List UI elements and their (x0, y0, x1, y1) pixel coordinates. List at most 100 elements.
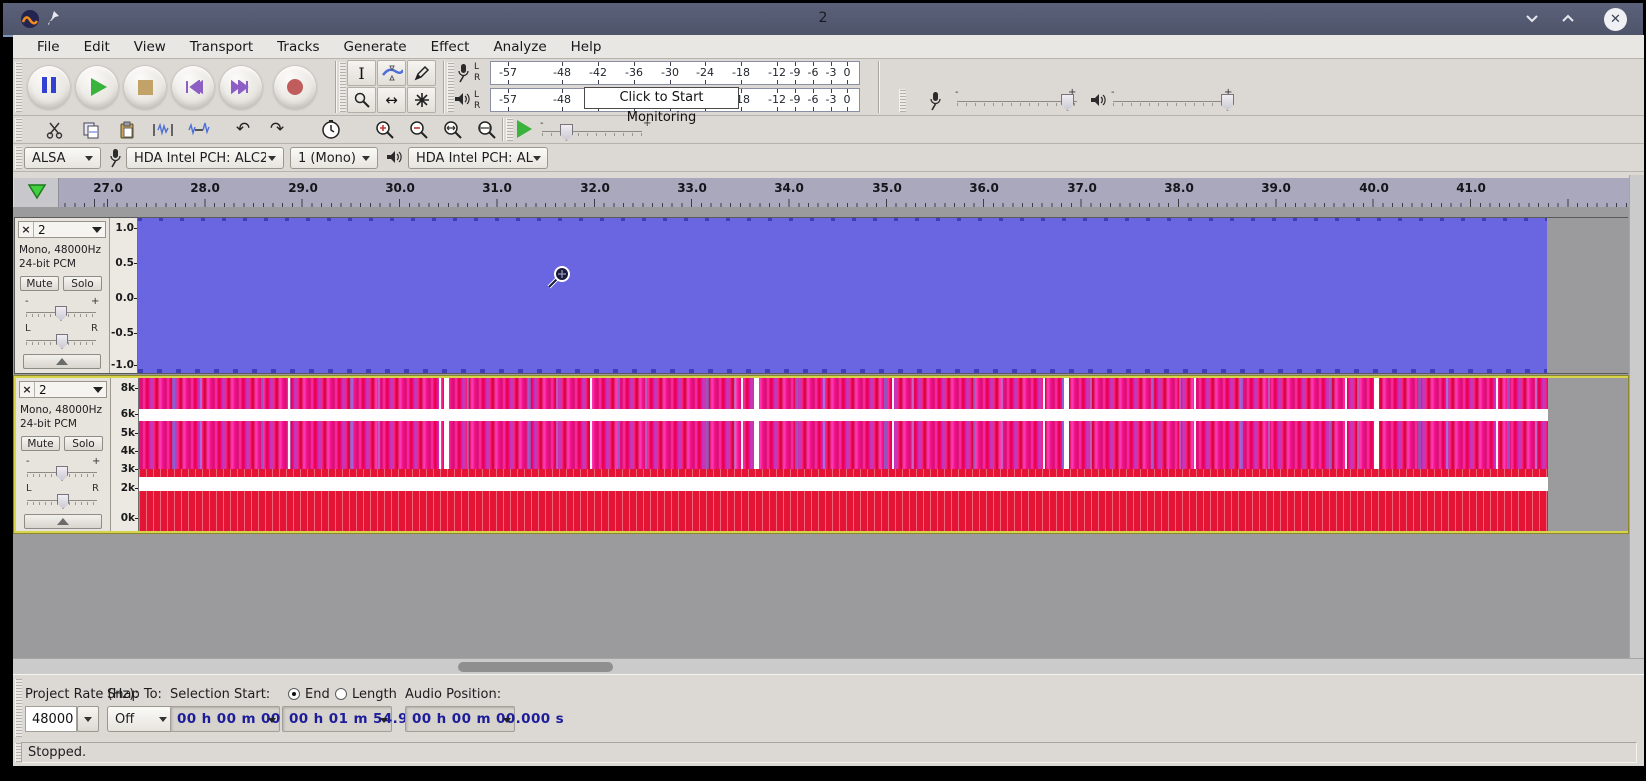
device-toolbar-grip[interactable] (15, 146, 22, 169)
track-close-button[interactable]: × (19, 222, 34, 237)
menu-item-effect[interactable]: Effect (419, 39, 482, 55)
menu-item-edit[interactable]: Edit (72, 39, 122, 55)
zoom-tool-button[interactable] (347, 87, 376, 113)
timeline-label: 37.0 (1067, 181, 1097, 195)
track-menu-icon[interactable] (93, 386, 103, 393)
gain-slider-thumb[interactable] (55, 306, 67, 321)
play-speed-slider-thumb[interactable] (560, 124, 573, 141)
trim-audio-button[interactable] (151, 118, 175, 141)
menu-item-help[interactable]: Help (559, 39, 614, 55)
copy-button[interactable] (79, 118, 103, 141)
monitoring-tooltip[interactable]: Click to Start Monitoring (584, 87, 739, 125)
pan-slider-thumb[interactable] (57, 494, 69, 509)
meter-toolbar-grip[interactable] (447, 62, 454, 112)
recording-channels-select[interactable]: 1 (Mono) (290, 147, 378, 169)
track-2-vertical-ruler[interactable]: 8k 6k 5k 4k 3k 2k 0k (111, 378, 139, 531)
menu-item-generate[interactable]: Generate (332, 39, 419, 55)
zoom-in-button[interactable] (373, 118, 397, 141)
timeline-ruler[interactable]: 27.0 28.0 29.0 30.0 31.0 32.0 33.0 34.0 … (14, 178, 1629, 208)
pan-left: L (26, 483, 32, 494)
undo-button[interactable]: ↶ (231, 118, 255, 141)
play-pin-box[interactable] (14, 178, 59, 207)
recording-volume-slider-thumb[interactable] (1061, 94, 1074, 111)
play-pin-icon[interactable] (27, 183, 47, 200)
cut-button[interactable] (43, 118, 67, 141)
paste-button[interactable] (115, 118, 139, 141)
fit-selection-button[interactable] (441, 118, 465, 141)
snap-to-select[interactable]: Off (107, 706, 175, 732)
selection-tool-button[interactable]: I (347, 60, 376, 86)
time-shift-tool-button[interactable]: ↔ (377, 87, 406, 113)
waveform-clip[interactable] (138, 218, 1547, 373)
sync-lock-button[interactable] (319, 118, 343, 141)
recording-meter[interactable]: -57 -48 -42 -36 -30 -24 -18 -12 -9 -6 -3… (490, 61, 860, 85)
selection-start-field[interactable]: 00 h 00 m 00.000 s (170, 706, 329, 732)
play-at-speed-button[interactable] (517, 120, 532, 138)
pan-slider-thumb[interactable] (56, 334, 68, 349)
recording-volume-slider[interactable] (957, 101, 1077, 106)
menu-item-transport[interactable]: Transport (178, 39, 265, 55)
draw-tool-button[interactable] (407, 60, 436, 86)
transport-toolbar-grip[interactable] (15, 62, 22, 112)
multi-tool-button[interactable] (407, 87, 436, 113)
track-1-panel[interactable]: × 2 Mono, 48000Hz 24-bit PCM Mute Solo -… (15, 218, 110, 373)
spectrogram-clip[interactable] (139, 378, 1548, 531)
record-button[interactable] (273, 65, 317, 109)
play-speed-slider[interactable] (542, 131, 642, 136)
fit-project-button[interactable] (475, 118, 499, 141)
track-close-button[interactable]: × (20, 382, 35, 397)
solo-button[interactable]: Solo (63, 276, 102, 291)
track-collapse-button[interactable] (23, 354, 101, 369)
audio-host-select[interactable]: ALSA (24, 147, 101, 169)
track-menu-icon[interactable] (92, 226, 102, 233)
play-button[interactable] (75, 65, 119, 109)
playback-volume-slider-thumb[interactable] (1221, 94, 1234, 111)
titlebar[interactable]: 2 ✕ (3, 3, 1643, 37)
tools-toolbar-grip[interactable] (339, 62, 346, 112)
track-name[interactable]: 2 (34, 223, 92, 237)
horizontal-scrollbar-thumb[interactable] (458, 662, 613, 672)
project-rate-select[interactable] (77, 706, 99, 732)
selection-toolbar-grip[interactable] (15, 679, 22, 737)
mute-button[interactable]: Mute (21, 436, 60, 451)
menu-item-tracks[interactable]: Tracks (265, 39, 331, 55)
play-at-speed-grip[interactable] (506, 118, 513, 141)
horizontal-scrollbar[interactable] (13, 658, 1644, 675)
vertical-scrollbar[interactable] (1629, 175, 1644, 658)
menu-item-analyze[interactable]: Analyze (481, 39, 558, 55)
solo-button[interactable]: Solo (64, 436, 103, 451)
skip-to-start-button[interactable] (171, 65, 215, 109)
track-2-panel[interactable]: × 2 Mono, 48000Hz 24-bit PCM Mute Solo -… (16, 378, 111, 531)
end-radio[interactable] (288, 688, 300, 700)
menu-item-file[interactable]: File (25, 39, 72, 55)
maximize-button[interactable] (1556, 9, 1580, 31)
track-collapse-button[interactable] (24, 514, 102, 529)
track-1-header[interactable]: × 2 (18, 221, 106, 238)
minimize-button[interactable] (1520, 9, 1544, 31)
ruler-label: 3k (111, 463, 138, 475)
track-1-vertical-ruler[interactable]: 1.0 0.5 0.0 -0.5 -1.0 (110, 218, 138, 373)
project-rate-value[interactable]: 48000 (25, 706, 77, 732)
gain-slider-thumb[interactable] (56, 466, 68, 481)
skip-to-end-button[interactable] (219, 65, 263, 109)
stop-button[interactable] (123, 65, 167, 109)
edit-toolbar-grip[interactable] (15, 118, 22, 141)
redo-button[interactable]: ↷ (265, 118, 289, 141)
selection-end-field[interactable]: 00 h 01 m 54.944 s (282, 706, 441, 732)
playback-volume-slider[interactable] (1113, 101, 1233, 106)
audio-position-field[interactable]: 00 h 00 m 00.000 s (405, 706, 564, 732)
recording-device-select[interactable]: HDA Intel PCH: ALC26 (126, 147, 284, 169)
close-button[interactable]: ✕ (1604, 8, 1627, 31)
envelope-tool-button[interactable] (377, 60, 406, 86)
track-name[interactable]: 2 (35, 383, 93, 397)
length-radio[interactable] (335, 688, 347, 700)
silence-audio-button[interactable] (187, 118, 211, 141)
redo-icon: ↷ (269, 119, 285, 139)
menu-item-view[interactable]: View (122, 39, 178, 55)
playback-device-select[interactable]: HDA Intel PCH: AL (408, 147, 548, 169)
track-2-header[interactable]: × 2 (19, 381, 107, 398)
zoom-out-button[interactable] (407, 118, 431, 141)
pause-button[interactable] (27, 65, 71, 109)
mixer-toolbar-grip[interactable] (899, 89, 906, 112)
mute-button[interactable]: Mute (20, 276, 59, 291)
